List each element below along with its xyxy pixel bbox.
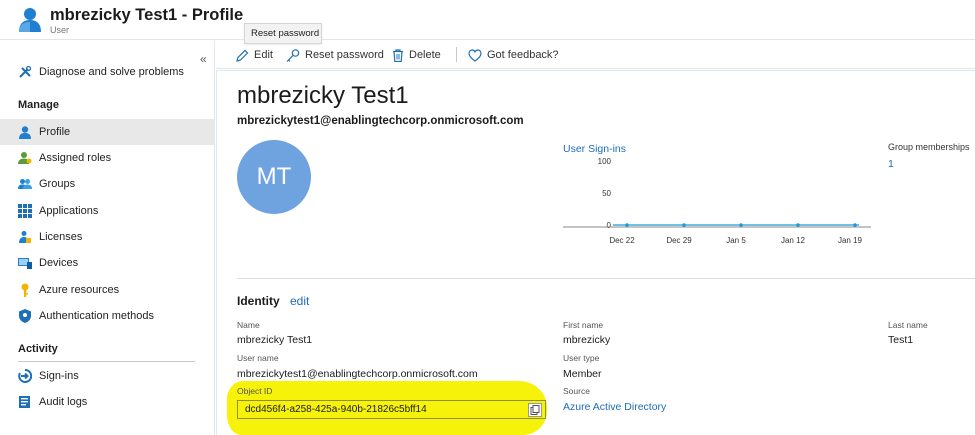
- command-bar: Edit Reset password Delete Got feedback?: [216, 41, 975, 69]
- sidebar-item-label: Groups: [39, 178, 76, 190]
- lastname-value: Test1: [888, 334, 914, 346]
- activity-divider: [18, 361, 195, 362]
- user-display-name: mbrezicky Test1: [237, 82, 409, 109]
- sidebar-item-label: Azure resources: [39, 284, 120, 296]
- content-top-border: [217, 70, 975, 71]
- sidebar-item-assigned-roles[interactable]: Assigned roles: [0, 145, 214, 171]
- signin-arrow-icon: [18, 368, 33, 383]
- license-icon: [18, 230, 32, 244]
- username-value: mbrezickytest1@enablingtechcorp.onmicros…: [237, 368, 478, 380]
- sidebar-item-authentication-methods[interactable]: Authentication methods: [0, 303, 214, 329]
- data-point: [625, 223, 629, 227]
- y-tick-label: 50: [602, 189, 611, 198]
- heart-icon: [468, 48, 482, 62]
- sidebar-item-devices[interactable]: Devices: [0, 250, 214, 276]
- blade-header: mbrezicky Test1 - Profile User: [0, 0, 975, 40]
- key-outline-icon: [286, 48, 300, 62]
- usertype-label: User type: [563, 353, 600, 363]
- identity-heading: Identity: [237, 294, 280, 308]
- reset-password-tooltip: Reset password: [244, 23, 322, 44]
- trash-icon: [393, 48, 403, 62]
- delete-label: Delete: [409, 49, 441, 61]
- sidebar-item-label: Licenses: [39, 231, 83, 243]
- sidebar: « Diagnose and solve problems Manage Pro…: [0, 41, 215, 435]
- sidebar-item-licenses[interactable]: Licenses: [0, 224, 214, 250]
- x-tick-label: Jan 19: [838, 236, 863, 243]
- edit-button[interactable]: Edit: [236, 47, 273, 63]
- sidebar-item-label: Authentication methods: [39, 310, 154, 322]
- reset-password-button[interactable]: Reset password: [286, 47, 384, 63]
- name-value: mbrezicky Test1: [237, 334, 313, 346]
- key-icon: [18, 283, 32, 297]
- firstname-value: mbrezicky: [563, 334, 611, 346]
- y-tick-label: 100: [598, 157, 612, 166]
- identity-edit-link[interactable]: edit: [290, 294, 309, 308]
- x-tick-label: Dec 29: [666, 236, 692, 243]
- sidebar-item-label: Sign-ins: [39, 370, 79, 382]
- user-principal-name: mbrezickytest1@enablingtechcorp.onmicros…: [237, 115, 524, 127]
- sidebar-item-label: Audit logs: [39, 396, 88, 408]
- group-icon: [18, 177, 32, 191]
- sidebar-item-sign-ins[interactable]: Sign-ins: [0, 363, 214, 389]
- page-subtitle: User: [50, 25, 70, 35]
- lastname-label: Last name: [888, 320, 928, 330]
- x-tick-label: Jan 5: [726, 236, 746, 243]
- delete-button[interactable]: Delete: [392, 47, 441, 63]
- firstname-label: First name: [563, 320, 604, 330]
- toolbar-separator: [456, 47, 457, 62]
- pencil-icon: [236, 49, 249, 62]
- objectid-label: Object ID: [237, 386, 273, 396]
- avatar-initials: MT: [256, 163, 292, 190]
- section-divider: [237, 278, 975, 279]
- sidebar-item-audit-logs[interactable]: Audit logs: [0, 389, 214, 415]
- group-memberships-label: Group memberships: [888, 142, 970, 152]
- x-tick-label: Jan 12: [781, 236, 806, 243]
- objectid-field[interactable]: dcd456f4-a258-425a-940b-21826c5bff14: [237, 400, 546, 419]
- sidebar-item-diagnose[interactable]: Diagnose and solve problems: [0, 59, 214, 85]
- data-point: [682, 223, 686, 227]
- sign-ins-chart[interactable]: 100 50 0 Dec 22 Dec 29 Jan 5 Jan 12 Jan 19: [563, 153, 875, 243]
- sidebar-item-azure-resources[interactable]: Azure resources: [0, 277, 214, 303]
- avatar: MT: [237, 140, 311, 214]
- activity-heading: Activity: [18, 343, 58, 355]
- person-icon: [18, 125, 32, 139]
- name-label: Name: [237, 320, 260, 330]
- feedback-button[interactable]: Got feedback?: [468, 47, 559, 63]
- reset-password-label: Reset password: [305, 49, 384, 61]
- username-label: User name: [237, 353, 279, 363]
- device-icon: [18, 256, 32, 270]
- sidebar-item-applications[interactable]: Applications: [0, 198, 214, 224]
- objectid-value: dcd456f4-a258-425a-940b-21826c5bff14: [245, 404, 427, 415]
- sidebar-item-profile[interactable]: Profile: [0, 119, 214, 145]
- profile-content: mbrezicky Test1 mbrezickytest1@enablingt…: [216, 70, 975, 435]
- audit-log-icon: [18, 395, 32, 409]
- edit-label: Edit: [254, 49, 273, 61]
- grid-icon: [18, 204, 32, 218]
- x-tick-label: Dec 22: [609, 236, 635, 243]
- sidebar-item-groups[interactable]: Groups: [0, 171, 214, 197]
- usertype-value: Member: [563, 368, 602, 380]
- sidebar-item-label: Assigned roles: [39, 152, 112, 164]
- group-memberships-link[interactable]: 1: [888, 158, 894, 170]
- sidebar-item-label: Profile: [39, 126, 71, 138]
- sidebar-item-label: Applications: [39, 205, 99, 217]
- data-point: [739, 223, 743, 227]
- wrench-cross-icon: [18, 65, 32, 79]
- y-tick-label: 0: [607, 221, 612, 230]
- page-title: mbrezicky Test1 - Profile: [50, 6, 244, 24]
- sidebar-item-label: Diagnose and solve problems: [39, 66, 184, 78]
- user-icon: [19, 8, 41, 32]
- feedback-label: Got feedback?: [487, 49, 559, 61]
- source-value[interactable]: Azure Active Directory: [563, 401, 666, 413]
- data-point: [853, 223, 857, 227]
- person-roles-icon: [18, 151, 32, 165]
- sidebar-item-label: Devices: [39, 257, 79, 269]
- source-label: Source: [563, 386, 590, 396]
- copy-icon[interactable]: [528, 403, 542, 417]
- data-point: [796, 223, 800, 227]
- shield-icon: [18, 309, 32, 323]
- manage-heading: Manage: [18, 99, 59, 111]
